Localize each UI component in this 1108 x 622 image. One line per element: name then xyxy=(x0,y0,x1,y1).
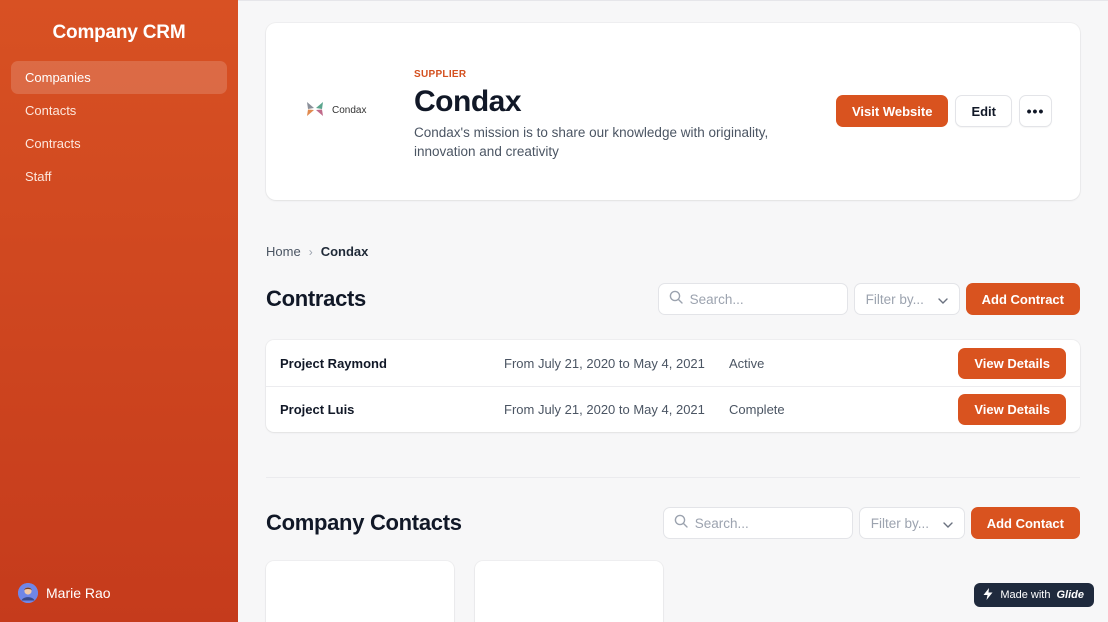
contracts-header: Contracts Filter by... Add Contract xyxy=(266,283,1080,315)
contracts-title: Contracts xyxy=(266,286,366,311)
view-details-button[interactable]: View Details xyxy=(958,394,1066,425)
company-actions: Visit Website Edit ••• xyxy=(836,95,1052,127)
table-row: Project Raymond From July 21, 2020 to Ma… xyxy=(266,340,1080,386)
contract-name: Project Raymond xyxy=(280,355,387,371)
contracts-search[interactable] xyxy=(657,283,848,315)
sidebar-item-staff[interactable]: Staff xyxy=(11,160,227,193)
add-contract-button[interactable]: Add Contract xyxy=(965,283,1080,315)
breadcrumb-current: Condax xyxy=(320,244,369,259)
breadcrumb: Home › Condax xyxy=(266,244,368,259)
sidebar: Company CRM Companies Contacts Contracts… xyxy=(0,0,238,622)
breadcrumb-separator: › xyxy=(308,244,313,259)
sidebar-item-contacts[interactable]: Contacts xyxy=(11,94,227,127)
badge-prefix: Made with xyxy=(1000,589,1051,601)
sidebar-item-contracts[interactable]: Contracts xyxy=(11,127,227,160)
company-logo: Condax xyxy=(306,101,366,120)
contract-dates: From July 21, 2020 to May 4, 2021 xyxy=(504,355,705,371)
view-details-button[interactable]: View Details xyxy=(958,347,1066,379)
contact-card[interactable] xyxy=(266,561,454,622)
search-icon xyxy=(674,514,688,533)
contacts-search-input[interactable] xyxy=(694,515,835,531)
visit-website-button[interactable]: Visit Website xyxy=(836,95,949,127)
contacts-tools: Filter by... Add Contact xyxy=(662,507,1080,539)
company-mission: Condax's mission is to share our knowled… xyxy=(414,125,769,159)
avatar xyxy=(18,583,38,603)
add-contact-button[interactable]: Add Contact xyxy=(970,507,1080,539)
table-row: Project Luis From July 21, 2020 to May 4… xyxy=(266,386,1080,432)
main-content: Condax SUPPLIER Condax Condax's mission … xyxy=(238,0,1108,622)
contracts-filter-label: Filter by... xyxy=(865,291,924,307)
contracts-search-input[interactable] xyxy=(689,291,830,307)
contract-name: Project Luis xyxy=(280,402,355,417)
search-icon xyxy=(669,290,683,309)
sidebar-nav: Companies Contacts Contracts Staff xyxy=(11,61,227,193)
company-info: SUPPLIER Condax Condax's mission is to s… xyxy=(414,69,814,161)
contracts-filter-dropdown[interactable]: Filter by... xyxy=(853,283,960,315)
chevron-down-icon xyxy=(937,292,948,307)
chevron-down-icon xyxy=(943,516,953,531)
contacts-filter-label: Filter by... xyxy=(870,515,929,531)
lightning-icon xyxy=(982,587,994,603)
sidebar-item-companies[interactable]: Companies xyxy=(11,61,227,94)
badge-brand: Glide xyxy=(1056,589,1084,601)
contracts-tools: Filter by... Add Contract xyxy=(657,283,1080,315)
section-divider xyxy=(266,477,1080,478)
made-with-glide-badge[interactable]: Made with Glide xyxy=(974,583,1094,607)
more-options-button[interactable]: ••• xyxy=(1019,95,1052,127)
company-header-card: Condax SUPPLIER Condax Condax's mission … xyxy=(266,23,1080,200)
company-type-tag: SUPPLIER xyxy=(414,69,467,80)
user-profile[interactable]: Marie Rao xyxy=(18,583,111,603)
breadcrumb-home[interactable]: Home xyxy=(266,244,301,259)
contacts-header: Company Contacts Filter by... Add Contac… xyxy=(266,507,1080,539)
edit-button[interactable]: Edit xyxy=(955,95,1012,127)
company-logo-text: Condax xyxy=(332,105,367,116)
contract-status: Active xyxy=(729,355,765,371)
contact-card[interactable] xyxy=(475,561,663,622)
contract-status: Complete xyxy=(729,402,785,417)
contract-dates: From July 21, 2020 to May 4, 2021 xyxy=(504,402,705,417)
company-name: Condax xyxy=(414,85,522,118)
contacts-title: Company Contacts xyxy=(266,510,462,535)
contracts-table: Project Raymond From July 21, 2020 to Ma… xyxy=(266,340,1080,432)
contacts-filter-dropdown[interactable]: Filter by... xyxy=(858,507,965,539)
contacts-search[interactable] xyxy=(662,507,853,539)
app-title: Company CRM xyxy=(52,22,186,43)
user-name: Marie Rao xyxy=(46,585,111,601)
condax-logo-icon xyxy=(306,101,324,120)
